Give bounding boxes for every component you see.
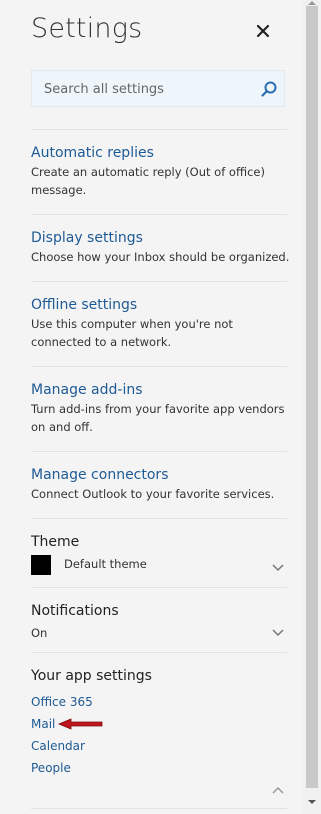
scroll-down-arrow-icon[interactable] (307, 799, 317, 805)
notifications-chevron-down-icon[interactable] (271, 628, 285, 638)
scrollbar-thumb[interactable] (306, 6, 318, 788)
offline-settings-description: Use this computer when you're not connec… (31, 317, 233, 349)
mail-link[interactable]: Mail (31, 717, 55, 731)
calendar-link[interactable]: Calendar (31, 739, 85, 753)
page-title: Settings (31, 13, 143, 44)
settings-panel: Settings Automatic replies Create an aut… (0, 0, 303, 814)
app-settings-chevron-up-icon[interactable] (271, 785, 285, 795)
notifications-value: On (31, 626, 48, 640)
notifications-label: Notifications (31, 603, 119, 619)
divider (31, 451, 287, 452)
display-settings-link[interactable]: Display settings (31, 230, 143, 246)
divider (31, 808, 287, 809)
theme-label: Theme (31, 534, 80, 550)
divider (31, 129, 287, 130)
manage-addins-description: Turn add-ins from your favorite app vend… (31, 402, 285, 434)
divider (31, 652, 287, 653)
divider (31, 366, 287, 367)
automatic-replies-description: Create an automatic reply (Out of office… (31, 165, 265, 197)
divider (31, 587, 287, 588)
office365-link[interactable]: Office 365 (31, 695, 93, 709)
divider (31, 214, 287, 215)
close-button[interactable] (253, 21, 273, 41)
divider (31, 281, 287, 282)
divider (31, 518, 287, 519)
search-input[interactable] (42, 71, 261, 108)
annotation-arrow-icon (57, 718, 103, 730)
search-icon[interactable] (260, 80, 278, 98)
display-settings-description: Choose how your Inbox should be organize… (31, 250, 290, 264)
theme-chevron-down-icon[interactable] (271, 563, 285, 573)
manage-addins-link[interactable]: Manage add-ins (31, 382, 143, 398)
scrollbar[interactable] (303, 0, 321, 814)
offline-settings-link[interactable]: Offline settings (31, 297, 137, 313)
people-link[interactable]: People (31, 761, 71, 775)
app-settings-label: Your app settings (31, 668, 152, 684)
theme-swatch[interactable] (31, 555, 51, 575)
manage-connectors-description: Connect Outlook to your favorite service… (31, 487, 275, 501)
theme-value: Default theme (64, 557, 147, 571)
close-icon (256, 24, 270, 38)
automatic-replies-link[interactable]: Automatic replies (31, 145, 154, 161)
manage-connectors-link[interactable]: Manage connectors (31, 467, 168, 483)
search-box (31, 70, 285, 108)
